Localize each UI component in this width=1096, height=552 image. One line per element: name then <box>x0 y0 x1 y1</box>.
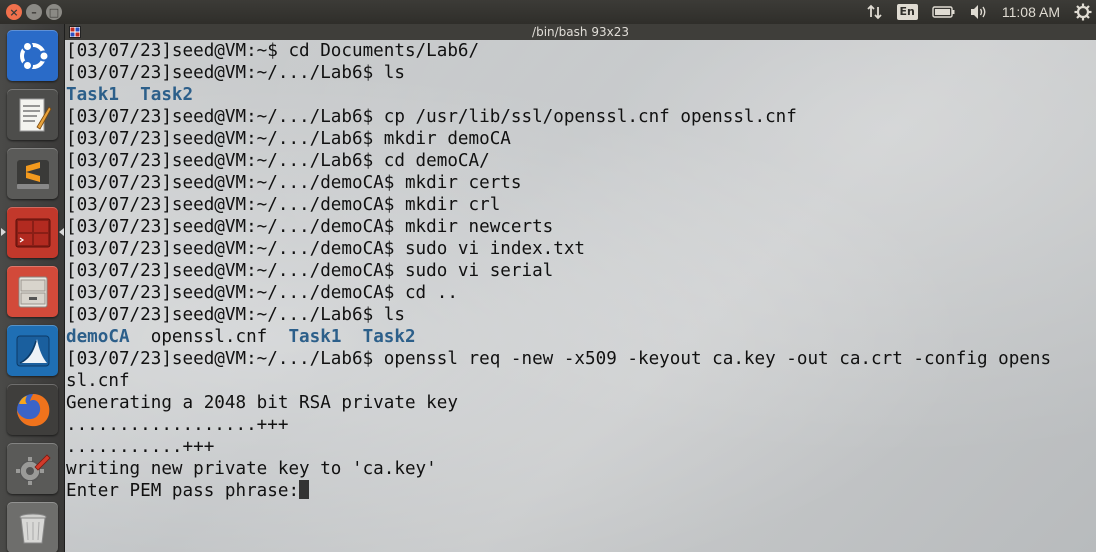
terminal-text: openssl.cnf <box>129 327 289 347</box>
directory-entry: Task2 <box>362 327 416 347</box>
launcher-wireshark[interactable] <box>7 325 58 376</box>
terminal-line: [03/07/23]seed@VM:~/.../Lab6$ cp /usr/li… <box>66 106 1096 128</box>
ubuntu-logo-icon <box>19 40 49 71</box>
terminal-text: [03/07/23]seed@VM:~/.../demoCA$ mkdir cr… <box>66 195 501 215</box>
terminal-icon <box>15 218 50 247</box>
terminal-line: [03/07/23]seed@VM:~/.../demoCA$ mkdir cr… <box>66 194 1096 216</box>
terminal-text: [03/07/23]seed@VM:~/.../Lab6$ cp /usr/li… <box>66 107 797 127</box>
terminal-line: sl.cnf <box>66 370 1096 392</box>
terminal-text: [03/07/23]seed@VM:~/.../Lab6$ ls <box>66 305 405 325</box>
trash-icon <box>19 513 46 543</box>
terminal-text: [03/07/23]seed@VM:~/.../demoCA$ cd .. <box>66 283 458 303</box>
terminal-line: [03/07/23]seed@VM:~/.../Lab6$ cd demoCA/ <box>66 150 1096 172</box>
sublime-text-icon <box>16 159 49 189</box>
terminal-text: sl.cnf <box>66 371 130 391</box>
terminal-text: [03/07/23]seed@VM:~/.../Lab6$ openssl re… <box>66 349 1052 369</box>
window-controls: × – □ <box>6 4 62 20</box>
terminal-text: writing new private key to 'ca.key' <box>66 459 437 479</box>
launcher-terminal[interactable] <box>7 207 58 258</box>
terminal-line: [03/07/23]seed@VM:~/.../demoCA$ mkdir ce… <box>66 172 1096 194</box>
terminal-text: [03/07/23]seed@VM:~/.../demoCA$ mkdir ce… <box>66 173 522 193</box>
terminal-line: Enter PEM pass phrase: <box>66 480 1096 502</box>
terminal-line: [03/07/23]seed@VM:~/.../demoCA$ mkdir ne… <box>66 216 1096 238</box>
running-indicator <box>1 228 6 236</box>
terminal-line: [03/07/23]seed@VM:~/.../Lab6$ mkdir demo… <box>66 128 1096 150</box>
top-panel: × – □ En 11:08 AM <box>0 0 1096 24</box>
terminal-line: [03/07/23]seed@VM:~/.../demoCA$ sudo vi … <box>66 238 1096 260</box>
launcher-trash[interactable] <box>7 502 58 552</box>
terminal-line: Task1 Task2 <box>66 84 1096 106</box>
launcher-text-editor[interactable] <box>7 89 58 140</box>
minimize-window-button[interactable]: – <box>26 4 42 20</box>
terminal-text: [03/07/23]seed@VM:~/.../demoCA$ sudo vi … <box>66 239 586 259</box>
terminal-text: ...........+++ <box>66 437 215 457</box>
launcher-firefox[interactable] <box>7 384 58 435</box>
terminal-text: [03/07/23]seed@VM:~/.../Lab6$ cd demoCA/ <box>66 151 490 171</box>
terminal-text: [03/07/23]seed@VM:~/.../demoCA$ mkdir ne… <box>66 217 554 237</box>
terminal-text: Generating a 2048 bit RSA private key <box>66 393 458 413</box>
terminal-line: ..................+++ <box>66 414 1096 436</box>
text-editor-icon <box>19 98 51 131</box>
focused-indicator <box>59 228 64 236</box>
keyboard-language-indicator[interactable]: En <box>896 4 918 20</box>
maximize-icon: □ <box>48 5 60 19</box>
terminal-text: [03/07/23]seed@VM:~/.../demoCA$ sudo vi … <box>66 261 554 281</box>
directory-entry: demoCA <box>66 327 130 347</box>
text-cursor <box>299 480 310 499</box>
launcher <box>0 24 65 552</box>
terminal-line: [03/07/23]seed@VM:~/.../demoCA$ sudo vi … <box>66 260 1096 282</box>
terminal-text: [03/07/23]seed@VM:~$ cd Documents/Lab6/ <box>66 41 480 61</box>
file-cabinet-icon <box>18 276 47 307</box>
launcher-ubuntu-dash[interactable] <box>7 30 58 81</box>
terminal-text: [03/07/23]seed@VM:~/.../Lab6$ mkdir demo… <box>66 129 511 149</box>
indicator-area: En 11:08 AM <box>866 0 1092 24</box>
directory-entry: Task1 <box>66 85 119 105</box>
wireshark-fin-icon <box>16 335 49 366</box>
battery-icon[interactable] <box>932 5 956 19</box>
terminal-line: writing new private key to 'ca.key' <box>66 458 1096 480</box>
terminal-text: Enter PEM pass phrase: <box>66 481 300 501</box>
settings-wrench-icon <box>15 453 51 485</box>
directory-entry: Task1 <box>288 327 342 347</box>
maximize-window-button[interactable]: □ <box>46 4 62 20</box>
terminal-line: [03/07/23]seed@VM:~/.../Lab6$ openssl re… <box>66 348 1096 370</box>
terminal-window[interactable]: /bin/bash 93x23 [03/07/23]seed@VM:~$ cd … <box>65 24 1096 552</box>
launcher-sublime-text[interactable] <box>7 148 58 199</box>
terminal-line: [03/07/23]seed@VM:~$ cd Documents/Lab6/ <box>66 40 1096 62</box>
close-icon: × <box>9 5 19 19</box>
launcher-file-manager[interactable] <box>7 266 58 317</box>
terminal-line: ...........+++ <box>66 436 1096 458</box>
terminal-line: [03/07/23]seed@VM:~/.../Lab6$ ls <box>66 62 1096 84</box>
clock[interactable]: 11:08 AM <box>1002 4 1060 20</box>
minimize-icon: – <box>31 5 37 19</box>
terminal-output[interactable]: [03/07/23]seed@VM:~$ cd Documents/Lab6/[… <box>65 40 1096 502</box>
directory-entry: Task2 <box>140 85 194 105</box>
terminal-line: Generating a 2048 bit RSA private key <box>66 392 1096 414</box>
system-gear-icon[interactable] <box>1074 3 1092 21</box>
terminal-line: demoCA openssl.cnf Task1 Task2 <box>66 326 1096 348</box>
network-transfer-icon[interactable] <box>866 4 883 20</box>
terminal-split-icon[interactable] <box>69 26 81 38</box>
terminal-titlebar[interactable]: /bin/bash 93x23 <box>65 24 1096 40</box>
terminal-line: [03/07/23]seed@VM:~/.../Lab6$ ls <box>66 304 1096 326</box>
terminal-title: /bin/bash 93x23 <box>532 25 629 39</box>
volume-icon[interactable] <box>970 4 988 20</box>
firefox-icon <box>16 393 49 426</box>
terminal-text: ..................+++ <box>66 415 289 435</box>
launcher-system-settings[interactable] <box>7 443 58 494</box>
terminal-text: [03/07/23]seed@VM:~/.../Lab6$ ls <box>66 63 405 83</box>
language-label: En <box>896 4 918 20</box>
close-window-button[interactable]: × <box>6 4 22 20</box>
terminal-line: [03/07/23]seed@VM:~/.../demoCA$ cd .. <box>66 282 1096 304</box>
